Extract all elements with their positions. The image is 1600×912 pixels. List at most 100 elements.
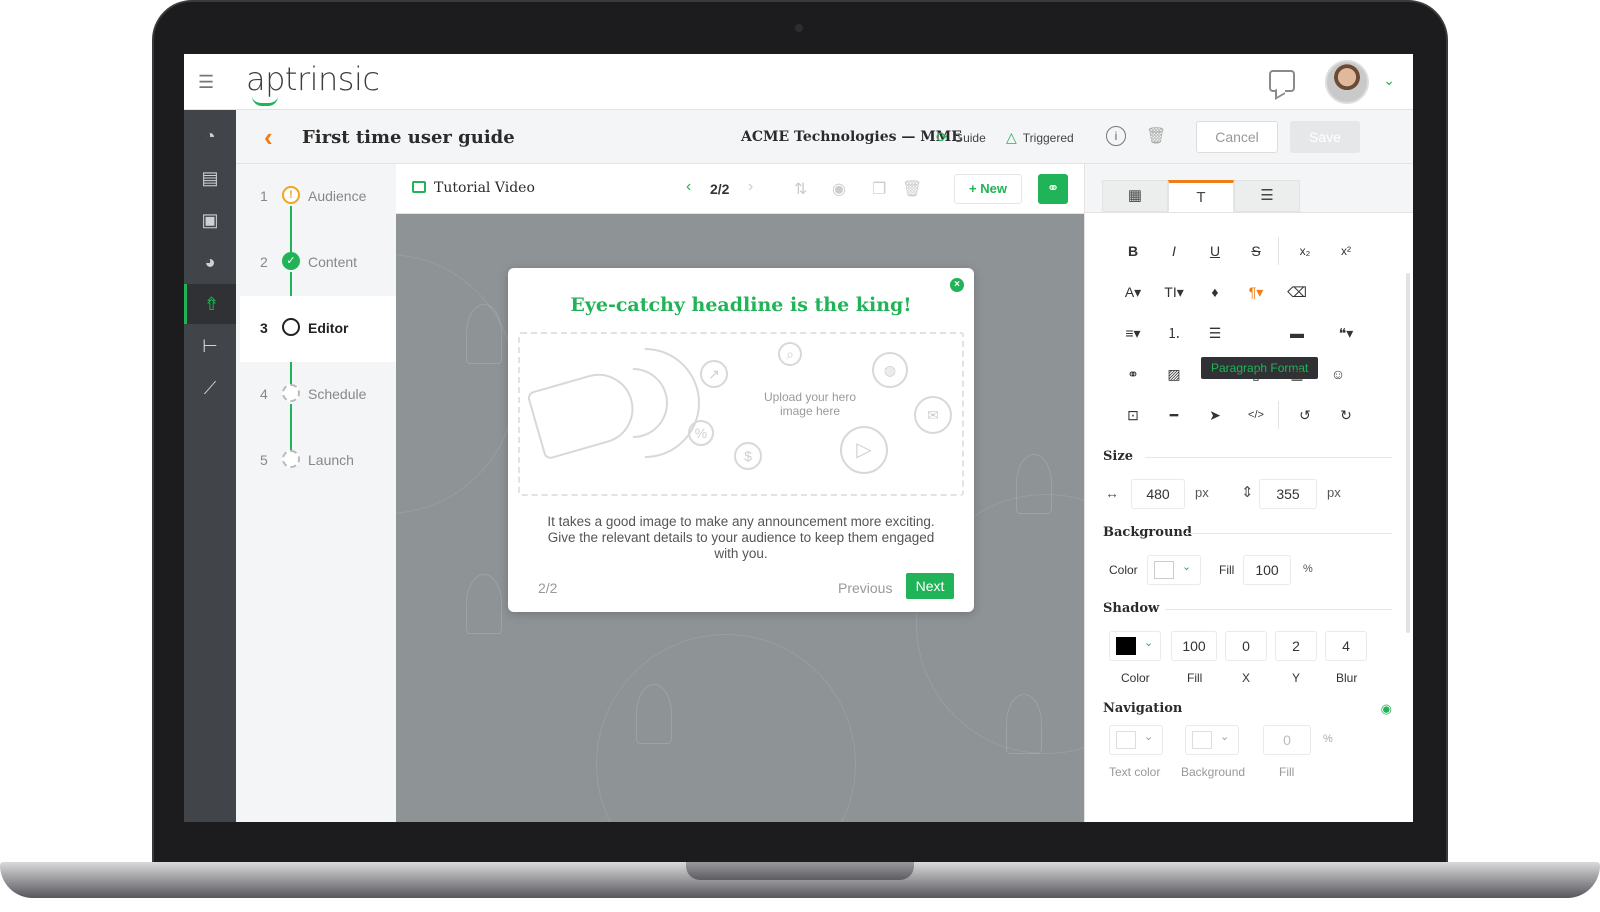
cursor-icon[interactable]: ➤ bbox=[1203, 403, 1227, 427]
info-icon[interactable]: i bbox=[1106, 126, 1126, 146]
font-family-icon[interactable]: A▾ bbox=[1121, 280, 1145, 304]
step-schedule[interactable]: 4 Schedule bbox=[240, 362, 396, 428]
next-button[interactable]: Next bbox=[906, 573, 954, 599]
previous-button[interactable]: Previous bbox=[838, 580, 892, 596]
modal-body-text[interactable]: It takes a good image to make any announ… bbox=[538, 514, 944, 562]
italic-icon[interactable]: I bbox=[1162, 239, 1186, 263]
text-format-icon[interactable]: T bbox=[1168, 180, 1234, 212]
navigation-text-color-picker[interactable]: ⌄ bbox=[1109, 725, 1163, 755]
link-button[interactable]: ⚭ bbox=[1038, 174, 1068, 204]
slide-icon bbox=[412, 181, 426, 193]
trash-icon[interactable]: 🗑 bbox=[1146, 126, 1166, 146]
tree-icon[interactable]: ⊢ bbox=[184, 326, 236, 366]
horizontal-line-icon[interactable]: ━ bbox=[1162, 403, 1186, 427]
line-chart-icon[interactable]: ⟋ bbox=[184, 368, 236, 408]
section-title-shadow: Shadow bbox=[1103, 601, 1160, 616]
chevron-left-icon[interactable]: ‹ bbox=[686, 178, 691, 196]
eye-icon[interactable]: ◉ bbox=[1381, 701, 1392, 717]
height-input[interactable]: 355 bbox=[1259, 479, 1317, 509]
guide-tag[interactable]: ⟳ Guide bbox=[936, 129, 986, 146]
sliders-icon[interactable]: ☰ bbox=[1234, 180, 1300, 212]
special-character-icon[interactable]: ⊡ bbox=[1121, 403, 1145, 427]
unordered-list-icon[interactable]: ☰ bbox=[1203, 321, 1227, 345]
navigation-background-picker[interactable]: ⌄ bbox=[1185, 725, 1239, 755]
reorder-icon[interactable]: ⇅ bbox=[794, 179, 807, 199]
code-view-icon[interactable]: </> bbox=[1244, 403, 1268, 427]
slide-title[interactable]: Tutorial Video bbox=[434, 180, 535, 196]
users-card-icon[interactable]: ▤ bbox=[184, 158, 236, 198]
modal-page-indicator: 2/2 bbox=[538, 580, 558, 596]
step-launch[interactable]: 5 Launch bbox=[240, 428, 396, 494]
font-size-icon[interactable]: TI▾ bbox=[1162, 280, 1186, 304]
width-unit: px bbox=[1195, 485, 1209, 500]
link-icon[interactable]: ⚭ bbox=[1121, 362, 1145, 386]
emoji-icon[interactable]: ☺ bbox=[1326, 362, 1350, 386]
video-icon[interactable]: ■ bbox=[1203, 362, 1227, 386]
image-icon[interactable]: ▨ bbox=[1162, 362, 1186, 386]
rocket-icon[interactable]: ⇮ bbox=[184, 284, 236, 324]
file-icon[interactable]: ▯ bbox=[1244, 362, 1268, 386]
background-fill-input[interactable]: 100 bbox=[1243, 555, 1291, 585]
briefcase-icon[interactable]: ▣ bbox=[184, 200, 236, 240]
shadow-blur-input[interactable]: 4 bbox=[1325, 631, 1367, 661]
align-icon[interactable]: ≡▾ bbox=[1121, 321, 1145, 345]
width-input[interactable]: 480 bbox=[1131, 479, 1185, 509]
check-icon: ✓ bbox=[282, 252, 300, 270]
triggered-tag[interactable]: △ Triggered bbox=[1006, 129, 1074, 146]
undo-icon[interactable]: ↺ bbox=[1293, 403, 1317, 427]
shadow-color-label: Color bbox=[1121, 671, 1150, 685]
steps-panel: 1 ! Audience 2 ✓ Content 3 Editor 4 Sche… bbox=[240, 164, 396, 822]
strikethrough-icon[interactable]: S bbox=[1244, 239, 1268, 263]
copy-icon[interactable]: ❐ bbox=[872, 179, 886, 199]
triggered-label: Triggered bbox=[1022, 131, 1074, 145]
rocket-decoration bbox=[1006, 694, 1042, 754]
underline-icon[interactable]: U bbox=[1203, 239, 1227, 263]
pending-step-icon bbox=[282, 450, 300, 468]
shadow-fill-input[interactable]: 100 bbox=[1171, 631, 1217, 661]
shadow-y-input[interactable]: 2 bbox=[1275, 631, 1317, 661]
color-drop-icon[interactable]: ♦ bbox=[1203, 280, 1227, 304]
indent-icon[interactable]: ▬ bbox=[1285, 321, 1309, 345]
save-button[interactable]: Save bbox=[1290, 121, 1360, 153]
trash-icon[interactable]: 🗑 bbox=[902, 179, 922, 199]
chevron-right-icon[interactable]: › bbox=[748, 178, 753, 196]
ordered-list-icon[interactable]: ⒈ bbox=[1162, 321, 1186, 345]
subscript-icon[interactable]: x₂ bbox=[1293, 239, 1317, 263]
table-icon[interactable]: ▦ bbox=[1285, 362, 1309, 386]
grid-icon[interactable]: ▦ bbox=[1102, 180, 1168, 212]
new-slide-button[interactable]: + New bbox=[954, 174, 1022, 204]
step-editor[interactable]: 3 Editor bbox=[240, 296, 396, 362]
cancel-button[interactable]: Cancel bbox=[1196, 121, 1278, 153]
shadow-x-input[interactable]: 0 bbox=[1225, 631, 1267, 661]
redo-icon[interactable]: ↻ bbox=[1334, 403, 1358, 427]
step-number: 5 bbox=[260, 452, 268, 468]
avatar[interactable] bbox=[1325, 60, 1369, 104]
eraser-icon[interactable]: ⌫ bbox=[1285, 280, 1309, 304]
step-content[interactable]: 2 ✓ Content bbox=[240, 230, 396, 296]
bold-icon[interactable]: B bbox=[1121, 239, 1145, 263]
back-arrow-icon[interactable]: ‹ bbox=[264, 122, 273, 153]
step-audience[interactable]: 1 ! Audience bbox=[240, 164, 396, 230]
close-icon[interactable]: × bbox=[950, 278, 964, 292]
navigation-fill-input[interactable]: 0 bbox=[1263, 725, 1311, 755]
chevron-down-icon[interactable]: ⌄ bbox=[1383, 72, 1395, 89]
hero-image-dropzone[interactable]: ↗ ⌕ ◍ % $ ▷ ✉ Upload your hero image her… bbox=[518, 325, 964, 496]
panel-scrollbar[interactable] bbox=[1406, 273, 1410, 633]
section-divider bbox=[1165, 609, 1392, 610]
paragraph-format-icon[interactable]: ¶▾ bbox=[1244, 280, 1268, 304]
pie-chart-icon[interactable]: ◕ bbox=[184, 242, 236, 282]
speedometer-icon[interactable]: ◔ bbox=[184, 116, 236, 156]
superscript-icon[interactable]: x² bbox=[1334, 239, 1358, 263]
search-icon: ⌕ bbox=[778, 342, 802, 366]
color-swatch bbox=[1192, 731, 1212, 749]
eye-icon[interactable]: ◉ bbox=[832, 179, 846, 199]
shadow-y-label: Y bbox=[1292, 671, 1301, 685]
chat-icon[interactable] bbox=[1269, 70, 1295, 92]
percent-unit: % bbox=[1323, 733, 1333, 745]
hamburger-icon[interactable]: ☰ bbox=[198, 72, 218, 92]
modal-headline[interactable]: Eye-catchy headline is the king! bbox=[508, 294, 974, 316]
shadow-color-picker[interactable]: ⌄ bbox=[1109, 631, 1161, 661]
background-color-picker[interactable]: ⌄ bbox=[1147, 555, 1201, 585]
quote-icon[interactable]: ❝▾ bbox=[1334, 321, 1358, 345]
percent-unit: % bbox=[1303, 563, 1313, 575]
